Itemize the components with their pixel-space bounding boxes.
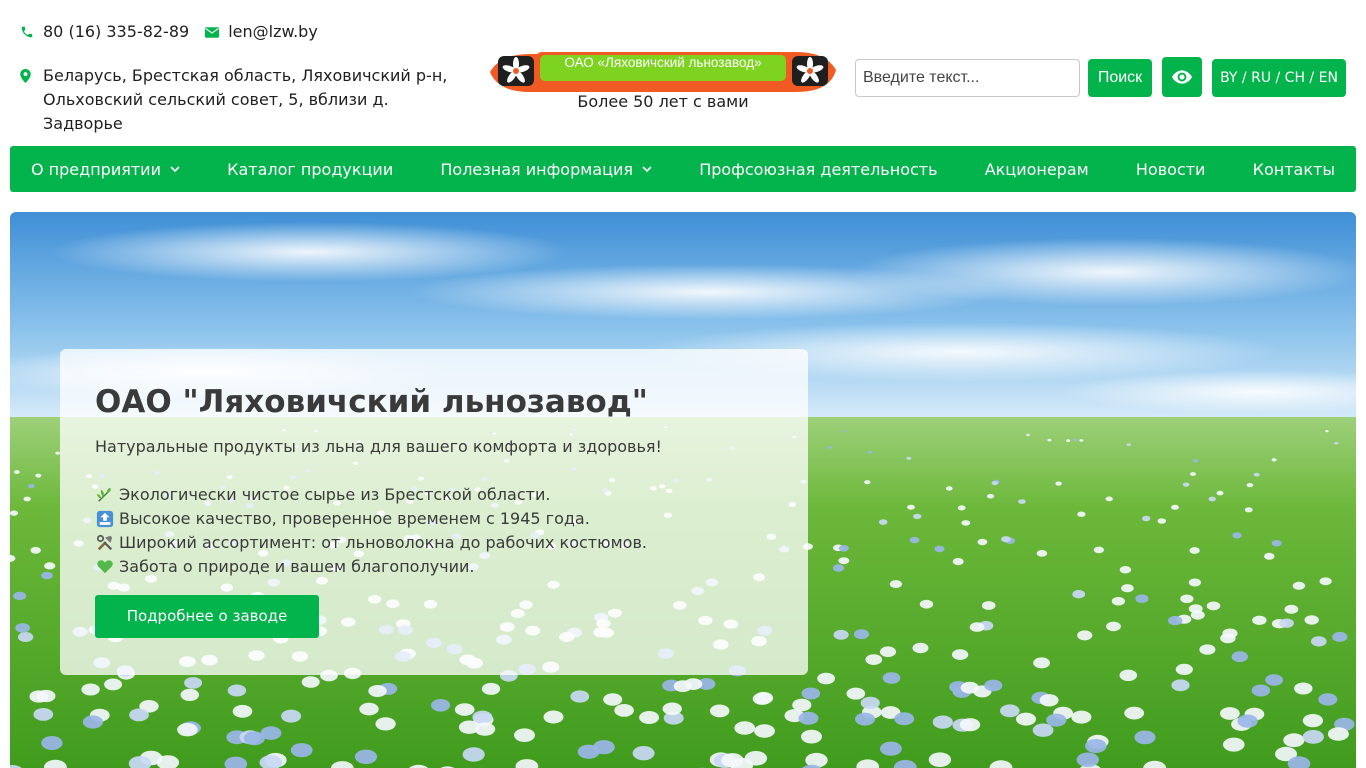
logo-text: ОАО «Ляховичский льнозавод» [564,55,762,70]
hero-bullet: Широкий ассортимент: от льноволокна до р… [95,531,773,555]
hero-subtitle: Натуральные продукты из льна для вашего … [95,437,662,456]
contact-row: 80 (16) 335-82-89 len@lzw.by [20,21,334,43]
hero-banner: ОАО "Ляховичский льнозавод" Натуральные … [10,212,1356,768]
tools-icon [95,533,115,553]
search-button[interactable]: Поиск [1088,59,1152,97]
email-contact[interactable]: len@lzw.by [205,21,318,43]
phone-number: 80 (16) 335-82-89 [43,22,190,41]
green-heart-icon [95,557,115,577]
hero-bullet-list: Экологически чистое сырье из Брестской о… [95,483,773,579]
tagline: Более 50 лет с вами [577,92,749,111]
nav-item-news[interactable]: Новости [1136,160,1206,179]
hero-bullet: Забота о природе и вашем благополучии. [95,555,773,579]
hero-card: ОАО "Ляховичский льнозавод" Натуральные … [60,349,808,675]
search-input[interactable] [855,59,1080,97]
nav-item-label: Профсоюзная деятельность [699,159,938,179]
nav-item-label: Каталог продукции [227,159,394,179]
about-factory-button[interactable]: Подробнее о заводе [95,595,319,638]
accessibility-button[interactable] [1162,57,1202,97]
nav-item-useful-info[interactable]: Полезная информация [440,160,652,179]
hero-bullet-text: Забота о природе и вашем благополучии. [119,557,475,576]
herb-icon [95,485,115,505]
phone-contact[interactable]: 80 (16) 335-82-89 [20,21,189,43]
nav-item-contacts[interactable]: Контакты [1253,160,1335,179]
nav-item-catalog[interactable]: Каталог продукции [227,160,393,179]
nav-item-shareholders[interactable]: Акционерам [985,160,1089,179]
hero-bullet: Высокое качество, проверенное временем с… [95,507,773,531]
envelope-icon [205,26,220,38]
address-block: Беларусь, Брестская область, Ляховичский… [20,64,460,136]
hero-bullet-text: Широкий ассортимент: от льноволокна до р… [119,533,647,552]
nav-item-label: О предприятии [31,159,161,179]
nav-item-label: Акционерам [984,159,1089,179]
hero-bullet: Экологически чистое сырье из Брестской о… [95,483,773,507]
main-nav: О предприятии Каталог продукции Полезная… [10,146,1356,192]
hero-bullet-text: Экологически чистое сырье из Брестской о… [119,485,551,504]
flower-emblem-left-icon [498,56,534,86]
nav-item-label: Контакты [1252,159,1335,179]
address-text: Беларусь, Брестская область, Ляховичский… [43,66,448,133]
top-arrow-icon [95,509,115,529]
eye-icon [1172,70,1192,84]
chevron-down-icon [642,166,652,172]
hero-title: ОАО "Ляховичский льнозавод" [95,384,648,420]
email-address: len@lzw.by [228,22,318,41]
map-pin-icon [20,69,31,83]
phone-icon [21,26,33,38]
chevron-down-icon [170,166,180,172]
language-switcher[interactable]: BY / RU / CH / EN [1212,59,1346,97]
nav-item-trade-union[interactable]: Профсоюзная деятельность [699,160,937,179]
hero-bullet-text: Высокое качество, проверенное временем с… [119,509,590,528]
flower-emblem-right-icon [792,56,828,86]
nav-item-about[interactable]: О предприятии [31,160,180,179]
nav-item-label: Новости [1135,159,1206,179]
nav-item-label: Полезная информация [440,159,634,179]
